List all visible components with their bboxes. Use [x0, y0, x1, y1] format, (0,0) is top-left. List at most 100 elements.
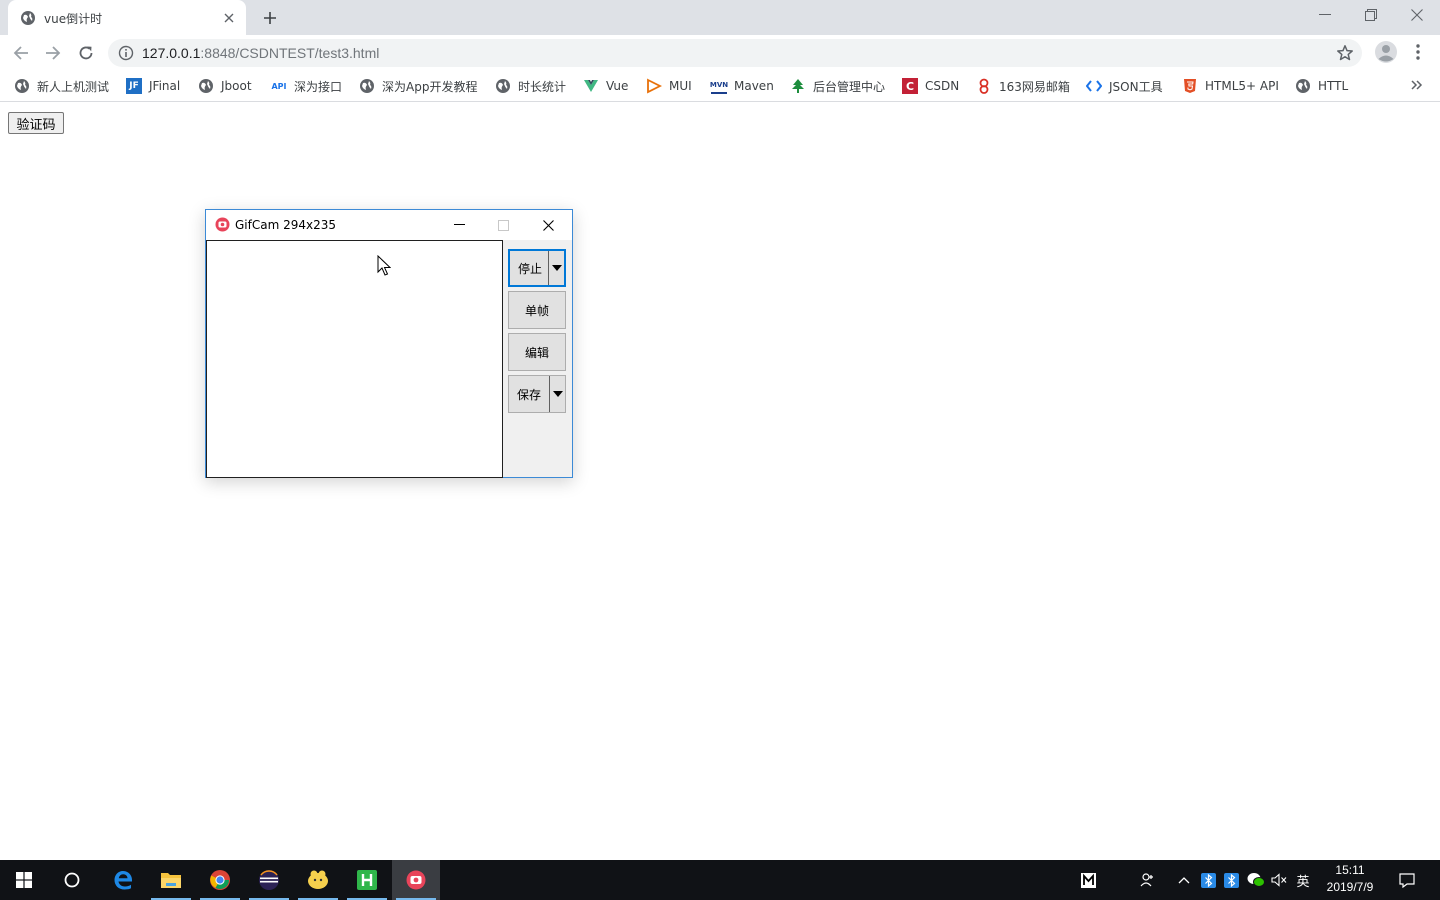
bookmark-label: JSON工具: [1109, 79, 1163, 94]
gifcam-edit-button[interactable]: 编辑: [508, 333, 566, 371]
back-icon[interactable]: [8, 40, 34, 66]
wechat-icon[interactable]: [1246, 870, 1266, 890]
globe-icon: [360, 79, 374, 93]
mui-icon: [647, 78, 662, 94]
bookmark-label: JFinal: [149, 79, 181, 93]
bookmarks-bar: 新人上机测试 JF JFinal Jboot API 深为接口 深为App开发教…: [0, 71, 1440, 102]
tab-strip: vue倒计时: [0, 0, 1440, 35]
gifcam-capture-area[interactable]: [206, 240, 503, 478]
bookmark-item[interactable]: 深为App开发教程: [359, 76, 477, 96]
bookmark-label: 163网易邮箱: [999, 79, 1070, 94]
bookmark-label: 深为App开发教程: [382, 79, 478, 94]
browser-menu-icon[interactable]: [1408, 40, 1428, 64]
people-icon[interactable]: [1139, 870, 1157, 890]
save-dropdown-arrow-icon[interactable]: [549, 376, 565, 412]
bookmark-item[interactable]: JSON工具: [1086, 76, 1163, 96]
gifcam-save-button[interactable]: 保存: [508, 375, 566, 413]
new-tab-icon[interactable]: [258, 6, 282, 30]
code-icon: [1086, 80, 1102, 92]
bookmark-label: Jboot: [221, 79, 252, 93]
gifcam-edit-label: 编辑: [524, 345, 549, 360]
gifcam-app-icon: [215, 217, 230, 232]
clock-time: 15:11: [1335, 863, 1365, 877]
bookmark-label: Maven: [734, 79, 774, 93]
bookmark-item[interactable]: HTML5+ API: [1182, 76, 1279, 96]
bookmark-item[interactable]: HTTL: [1295, 76, 1348, 96]
info-icon[interactable]: [118, 45, 134, 61]
maven-icon: MVN: [710, 78, 728, 94]
reload-icon[interactable]: [73, 40, 99, 66]
html5-icon: [1184, 79, 1196, 93]
close-window-icon[interactable]: [1394, 0, 1440, 30]
gifcam-close-icon[interactable]: [526, 210, 570, 240]
bookmark-label: MUI: [669, 79, 692, 93]
bookmark-item[interactable]: 163网易邮箱: [976, 76, 1070, 96]
tab-title: vue倒计时: [44, 12, 103, 26]
file-explorer-icon[interactable]: [147, 860, 195, 900]
tree-icon: [792, 79, 804, 93]
windows-start-icon[interactable]: [0, 860, 48, 900]
gifcam-titlebar[interactable]: GifCam 294x235: [206, 210, 572, 240]
bookmark-item[interactable]: 新人上机测试: [14, 76, 109, 96]
chrome-icon[interactable]: [196, 860, 244, 900]
bookmark-item[interactable]: C CSDN: [902, 76, 959, 96]
bookmark-item[interactable]: 时长统计: [495, 76, 566, 96]
url-text[interactable]: 127.0.0.1:8848/CSDNTEST/test3.html: [142, 45, 379, 61]
bookmark-label: 新人上机测试: [37, 79, 110, 94]
chevron-up-icon[interactable]: [1176, 870, 1192, 890]
forward-icon[interactable]: [40, 40, 66, 66]
gifcam-save-label: 保存: [516, 387, 541, 402]
windows-taskbar: 英 15:11 2019/7/9: [0, 860, 1440, 900]
bookmark-item[interactable]: 后台管理中心: [790, 76, 885, 96]
taskbar-clock[interactable]: 15:11 2019/7/9: [1318, 862, 1382, 898]
browser-tab[interactable]: vue倒计时: [8, 0, 246, 35]
gifcam-minimize-icon[interactable]: [437, 210, 481, 240]
bookmark-item[interactable]: MVN Maven: [710, 76, 774, 96]
captcha-button[interactable]: 验证码: [8, 112, 64, 134]
gifcam-taskbar-icon[interactable]: [392, 860, 440, 900]
bookmark-label: 后台管理中心: [813, 79, 886, 94]
gifcam-single-frame-button[interactable]: 单帧: [508, 291, 566, 329]
ime-indicator[interactable]: 英: [1295, 870, 1311, 890]
bluetooth-tray-icon[interactable]: [1200, 870, 1216, 890]
profile-avatar-icon[interactable]: [1374, 40, 1398, 64]
close-tab-icon[interactable]: [220, 9, 238, 27]
browser-toolbar: 127.0.0.1:8848/CSDNTEST/test3.html: [0, 35, 1440, 71]
vue-icon: [584, 80, 598, 92]
edge-browser-icon[interactable]: [99, 860, 147, 900]
hbuilder-icon[interactable]: [343, 860, 391, 900]
minimize-icon[interactable]: [1302, 0, 1348, 30]
bookmark-label: Vue: [606, 79, 629, 93]
eclipse-icon[interactable]: [245, 860, 293, 900]
cortana-search-icon[interactable]: [48, 860, 96, 900]
jfinal-icon: JF: [126, 78, 142, 94]
bluetooth-tray-icon-2[interactable]: [1223, 870, 1239, 890]
bookmark-item[interactable]: JF JFinal: [126, 76, 180, 96]
bookmark-label: CSDN: [925, 79, 960, 93]
bookmark-label: 时长统计: [518, 79, 567, 94]
gifcam-window: GifCam 294x235 停止 单帧 编辑 保存: [205, 209, 573, 478]
restore-icon[interactable]: [1348, 0, 1394, 30]
gifcam-title: GifCam 294x235: [235, 218, 337, 232]
csdn-icon: C: [902, 78, 918, 94]
bookmark-item[interactable]: Vue: [583, 76, 628, 96]
bookmark-item[interactable]: MUI: [646, 76, 692, 96]
bookmarks-overflow-chevron-icon[interactable]: [1408, 76, 1426, 94]
bookmark-star-icon[interactable]: [1336, 44, 1354, 62]
m-tray-icon[interactable]: [1080, 870, 1096, 890]
globe-icon: [1296, 79, 1310, 93]
stop-dropdown-arrow-icon[interactable]: [548, 251, 564, 285]
notification-center-icon[interactable]: [1398, 870, 1416, 890]
mail163-icon: [979, 78, 989, 94]
bookmark-label: HTTL: [1318, 79, 1349, 93]
bookmark-item[interactable]: Jboot: [198, 76, 252, 96]
bookmark-item[interactable]: API 深为接口: [271, 76, 342, 96]
chat-app-icon[interactable]: [294, 860, 342, 900]
globe-icon: [21, 11, 35, 25]
mouse-cursor-icon: [377, 255, 391, 276]
clock-date: 2019/7/9: [1326, 880, 1374, 894]
gifcam-stop-label: 停止: [517, 261, 542, 276]
address-bar[interactable]: 127.0.0.1:8848/CSDNTEST/test3.html: [108, 39, 1362, 67]
volume-muted-icon[interactable]: [1270, 870, 1288, 890]
gifcam-stop-button[interactable]: 停止: [508, 249, 566, 287]
